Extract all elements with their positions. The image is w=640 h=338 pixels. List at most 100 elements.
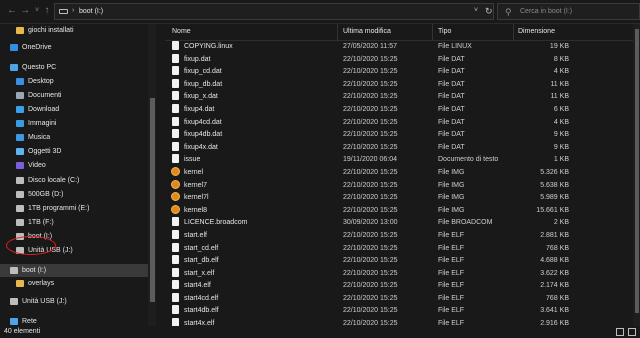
address-dropdown-icon[interactable]: ˅ <box>474 7 478 14</box>
sidebar-item[interactable]: Desktop <box>0 75 148 88</box>
sidebar-item-label: Oggetti 3D <box>28 148 62 155</box>
file-row[interactable]: kernel8 22/10/2020 15:25 File IMG 15.661 KB <box>165 204 633 218</box>
file-row[interactable]: LICENCE.broadcom 30/09/2020 13:00 File BRO… <box>165 217 633 230</box>
large-icons-view-icon[interactable] <box>628 328 636 336</box>
search-input[interactable]: ⚲ Cerca in boot (I:) <box>497 3 640 20</box>
download-folder-icon <box>16 106 24 113</box>
search-placeholder: Cerca in boot (I:) <box>520 8 573 15</box>
file-row[interactable]: start_cd.elf 22/10/2020 15:25 File ELF 768 … <box>165 242 633 256</box>
refresh-icon[interactable]: ↻ <box>485 6 493 17</box>
documents-folder-icon <box>16 92 24 99</box>
column-type-header[interactable]: Tipo <box>438 28 451 35</box>
file-row[interactable]: issue 19/11/2020 06:04 Documento di testo 1… <box>165 154 633 167</box>
file-row[interactable]: start4cd.elf 22/10/2020 15:25 File ELF 768 … <box>165 292 633 306</box>
file-icon <box>172 292 179 302</box>
file-icon <box>172 91 179 101</box>
file-row[interactable]: fixup4.dat 22/10/2020 15:25 File DAT 6 KB <box>165 103 633 117</box>
file-icon <box>172 242 179 252</box>
sidebar-item[interactable]: Oggetti 3D <box>0 145 148 158</box>
file-size: 5.638 KB <box>540 181 569 189</box>
sidebar-item[interactable]: Rete <box>0 315 148 326</box>
file-name: COPYING.linux <box>184 43 233 50</box>
drive-icon <box>16 191 24 198</box>
sidebar-item[interactable]: Questo PC <box>0 61 148 74</box>
sidebar-item[interactable]: 1TB programmi (E:) <box>0 202 148 215</box>
sidebar-item[interactable]: boot (I:) <box>0 264 148 277</box>
sidebar-item[interactable]: Video <box>0 159 148 172</box>
sidebar-item-label: Rete <box>22 318 37 325</box>
status-bar: 40 elementi <box>0 326 640 338</box>
address-bar: ← → ˅ ↑ › boot (I:) ˅ ↻ ⚲ Cerca in boot … <box>0 0 640 24</box>
file-row[interactable]: fixup.dat 22/10/2020 15:25 File DAT 8 KB <box>165 53 633 67</box>
file-row[interactable]: start4db.elf 22/10/2020 15:25 File ELF 3.64… <box>165 305 633 318</box>
onedrive-icon <box>10 44 18 51</box>
file-row[interactable]: COPYING.linux 27/05/2020 11:57 File LINUX 1… <box>165 41 633 54</box>
file-row[interactable]: start.elf 22/10/2020 15:25 File ELF 2.881 K… <box>165 229 633 243</box>
column-size-header[interactable]: Dimensione <box>518 28 555 35</box>
file-row[interactable]: fixup_x.dat 22/10/2020 15:25 File DAT 11 KB <box>165 91 633 104</box>
sidebar-item-label: OneDrive <box>22 44 52 51</box>
column-divider[interactable] <box>513 24 514 41</box>
file-type: File DAT <box>438 55 465 63</box>
file-name: start4db.elf <box>184 307 219 315</box>
forward-arrow-icon[interactable]: → <box>19 5 31 17</box>
file-row[interactable]: kernel 22/10/2020 15:25 File IMG 5.326 KB <box>165 166 633 180</box>
sidebar-item[interactable]: Musica <box>0 131 148 144</box>
sidebar-item-label: boot (I:) <box>22 267 47 274</box>
column-date-header[interactable]: Ultima modifica <box>343 28 391 35</box>
file-date: 22/10/2020 15:25 <box>343 231 398 239</box>
file-name: LICENCE.broadcom <box>184 219 248 227</box>
column-divider[interactable] <box>432 24 433 41</box>
sidebar-item[interactable]: overlays <box>0 277 148 290</box>
breadcrumb-chevron-icon[interactable]: › <box>72 7 74 14</box>
back-arrow-icon[interactable]: ← <box>6 5 18 17</box>
file-row[interactable]: start_x.elf 22/10/2020 15:25 File ELF 3.622… <box>165 267 633 281</box>
usb-drive-icon <box>10 267 18 274</box>
sidebar-item[interactable]: 500GB (D:) <box>0 188 148 201</box>
sidebar-item[interactable]: Immagini <box>0 117 148 130</box>
file-date: 22/10/2020 15:25 <box>343 68 398 76</box>
file-row[interactable]: fixup4cd.dat 22/10/2020 15:25 File DAT 4 KB <box>165 116 633 130</box>
sidebar-item[interactable]: Disco locale (C:) <box>0 174 148 187</box>
sidebar-item[interactable]: Unità USB (J:) <box>0 295 148 308</box>
file-row[interactable]: fixup4x.dat 22/10/2020 15:25 File DAT 9 KB <box>165 141 633 155</box>
file-icon <box>172 116 179 126</box>
file-list-scrollbar-thumb[interactable] <box>635 29 639 313</box>
sidebar-item[interactable]: Download <box>0 103 148 116</box>
folder-icon <box>16 280 24 287</box>
sidebar-scrollbar-thumb[interactable] <box>150 98 155 302</box>
file-row[interactable]: kernel7l 22/10/2020 15:25 File IMG 5.989 KB <box>165 192 633 205</box>
file-name: fixup.dat <box>184 55 211 63</box>
sidebar-item[interactable]: Documenti <box>0 89 148 102</box>
file-date: 22/10/2020 15:25 <box>343 55 398 63</box>
address-field[interactable]: › boot (I:) ˅ ↻ <box>54 3 494 20</box>
file-size: 5.326 KB <box>540 168 569 176</box>
file-size: 4.688 KB <box>540 257 569 265</box>
file-row[interactable]: start_db.elf 22/10/2020 15:25 File ELF 4.68… <box>165 255 633 268</box>
sidebar-item[interactable]: giochi installati <box>0 24 148 37</box>
column-divider[interactable] <box>337 24 338 41</box>
file-date: 22/10/2020 15:25 <box>343 105 398 113</box>
file-row[interactable]: fixup_db.dat 22/10/2020 15:25 File DAT 11 K… <box>165 78 633 92</box>
breadcrumb[interactable]: boot (I:) <box>79 8 103 15</box>
navigation-pane: giochi installati OneDrive Questo PC Deskto… <box>0 24 159 326</box>
video-folder-icon <box>16 162 24 169</box>
file-date: 19/11/2020 06:04 <box>343 156 397 164</box>
file-row[interactable]: kernel7 22/10/2020 15:25 File IMG 5.638 KB <box>165 179 633 193</box>
file-date: 22/10/2020 15:25 <box>343 181 398 189</box>
file-row[interactable]: fixup_cd.dat 22/10/2020 15:25 File DAT 4 KB <box>165 66 633 79</box>
item-count: 40 elementi <box>4 328 41 335</box>
file-size: 4 KB <box>553 68 569 76</box>
file-icon <box>172 78 179 88</box>
file-icon <box>172 255 179 265</box>
sidebar-item-label: Disco locale (C:) <box>28 177 80 184</box>
sidebar-item[interactable]: 1TB (F:) <box>0 216 148 229</box>
file-row[interactable]: fixup4db.dat 22/10/2020 15:25 File DAT 9 KB <box>165 129 633 142</box>
up-arrow-icon[interactable]: ↑ <box>41 5 53 17</box>
column-name-header[interactable]: Nome <box>172 28 191 35</box>
file-icon <box>172 141 179 151</box>
file-row[interactable]: start4.elf 22/10/2020 15:25 File ELF 2.174 … <box>165 280 633 293</box>
details-view-icon[interactable] <box>616 328 624 336</box>
sidebar-item[interactable]: OneDrive <box>0 41 148 54</box>
pc-icon <box>10 64 18 71</box>
